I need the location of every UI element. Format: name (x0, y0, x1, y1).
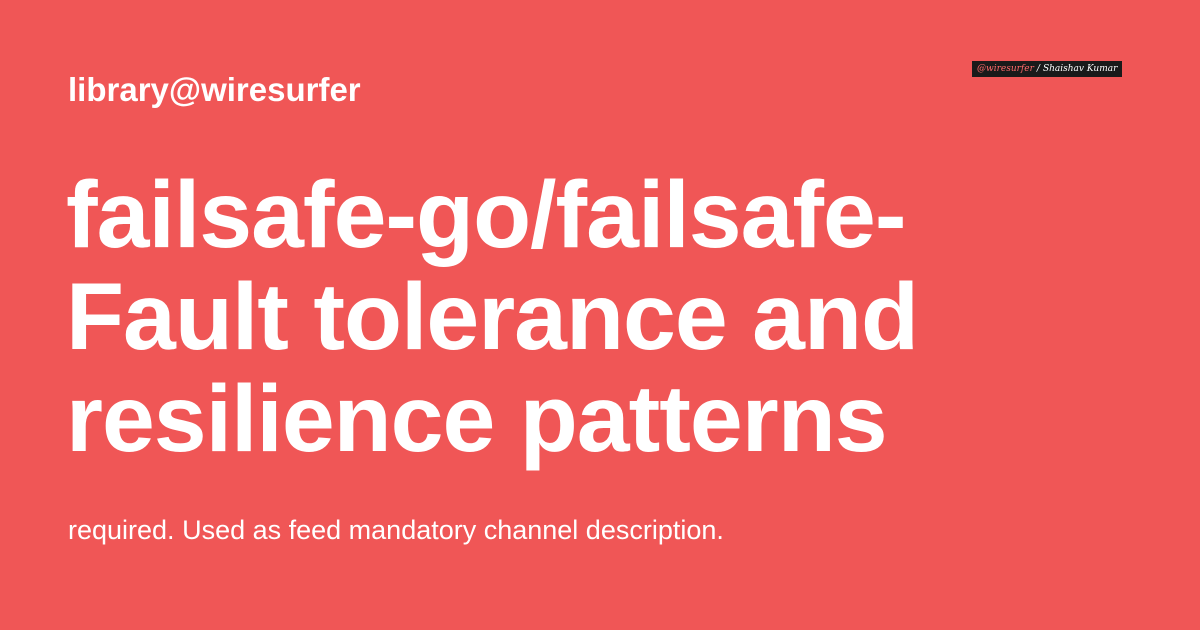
headline-line: failsafe-go/failsafe- (66, 162, 907, 268)
badge-author: Shaishav Kumar (1042, 64, 1118, 74)
badge-handle: @wiresurfer (977, 64, 1034, 74)
badge-separator: / (1036, 64, 1040, 74)
author-badge: @wiresurfer / Shaishav Kumar (972, 61, 1123, 77)
site-label: library@wiresurfer (68, 71, 361, 108)
social-card: library@wiresurfer @wiresurfer / Shaisha… (0, 0, 1200, 630)
description: required. Used as feed mandatory channel… (68, 515, 724, 545)
headline-line: Fault tolerance and (66, 264, 919, 370)
headline: failsafe-go/failsafe- Fault tolerance an… (66, 164, 1066, 470)
headline-line: resilience patterns (66, 366, 888, 472)
